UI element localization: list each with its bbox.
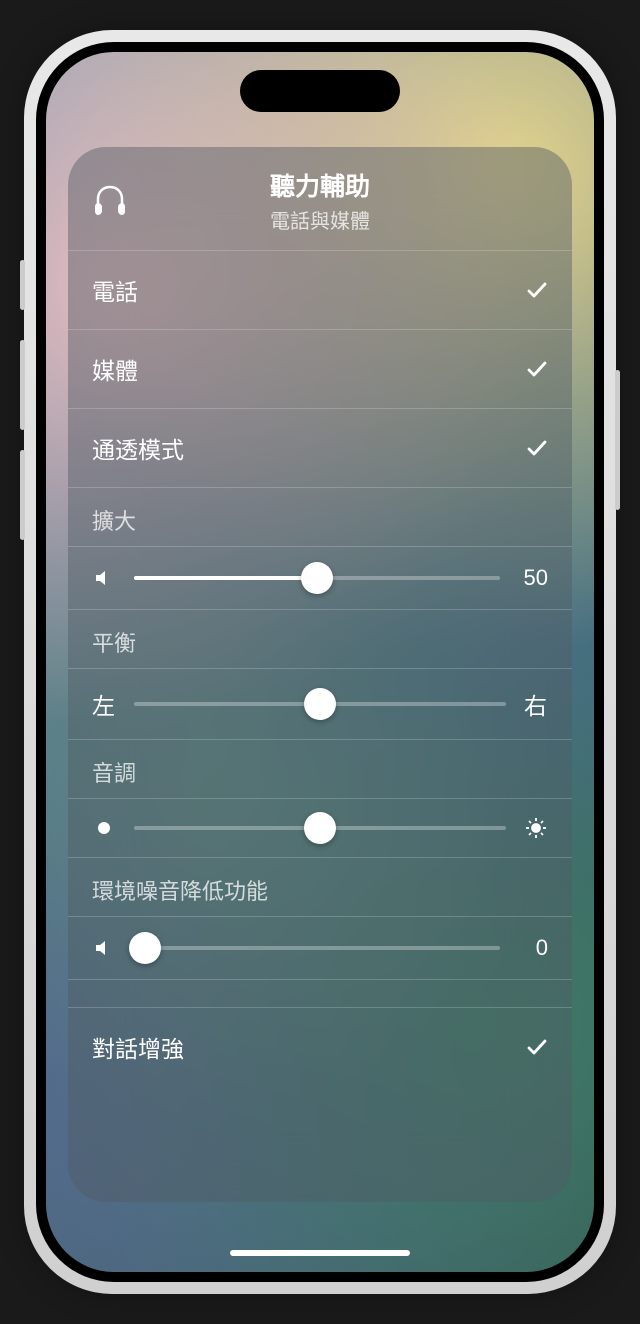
slider-balance[interactable]: 左 右 bbox=[68, 669, 572, 740]
dark-dot-icon bbox=[92, 820, 116, 836]
speaker-low-icon bbox=[92, 568, 116, 588]
brightness-icon bbox=[524, 817, 548, 839]
checkmark-icon bbox=[526, 1036, 548, 1058]
toggle-conversation-boost[interactable]: 對話增強 bbox=[68, 1008, 572, 1086]
slider-fill bbox=[134, 576, 317, 580]
slider-track[interactable] bbox=[134, 946, 500, 950]
slider-value: 50 bbox=[518, 565, 548, 591]
panel-header: 聽力輔助 電話與媒體 bbox=[68, 147, 572, 251]
slider-tone[interactable] bbox=[68, 799, 572, 858]
slider-track[interactable] bbox=[134, 702, 506, 706]
slider-thumb[interactable] bbox=[301, 562, 333, 594]
home-indicator[interactable] bbox=[230, 1250, 410, 1256]
section-noise-reduction: 環境噪音降低功能 bbox=[68, 858, 572, 917]
phone-frame: 聽力輔助 電話與媒體 電話 媒體 bbox=[24, 30, 616, 1294]
slider-amplification[interactable]: 50 bbox=[68, 547, 572, 610]
balance-right-label: 右 bbox=[524, 687, 548, 721]
volume-down-button bbox=[20, 450, 25, 540]
toggle-phone[interactable]: 電話 bbox=[68, 251, 572, 330]
slider-noise-reduction[interactable]: 0 bbox=[68, 917, 572, 980]
checkmark-icon bbox=[526, 437, 548, 459]
toggle-label: 電話 bbox=[92, 273, 138, 307]
dynamic-island bbox=[240, 70, 400, 112]
panel-title: 聽力輔助 bbox=[92, 167, 548, 203]
slider-thumb[interactable] bbox=[304, 688, 336, 720]
power-button bbox=[615, 370, 620, 510]
spacer bbox=[68, 980, 572, 1008]
hearing-panel: 聽力輔助 電話與媒體 電話 媒體 bbox=[68, 147, 572, 1202]
slider-thumb[interactable] bbox=[129, 932, 161, 964]
toggle-label: 媒體 bbox=[92, 352, 138, 386]
toggle-label: 通透模式 bbox=[92, 431, 184, 465]
speaker-low-icon bbox=[92, 938, 116, 958]
phone-body: 聽力輔助 電話與媒體 電話 媒體 bbox=[36, 42, 604, 1282]
slider-thumb[interactable] bbox=[304, 812, 336, 844]
toggle-media[interactable]: 媒體 bbox=[68, 330, 572, 409]
checkmark-icon bbox=[526, 358, 548, 380]
panel-subtitle: 電話與媒體 bbox=[92, 205, 548, 234]
balance-left-label: 左 bbox=[92, 687, 116, 721]
slider-track[interactable] bbox=[134, 826, 506, 830]
volume-up-button bbox=[20, 340, 25, 430]
slider-value: 0 bbox=[518, 935, 548, 961]
section-balance: 平衡 bbox=[68, 610, 572, 669]
toggle-label: 對話增強 bbox=[92, 1030, 184, 1064]
slider-track[interactable] bbox=[134, 576, 500, 580]
toggle-transparency[interactable]: 通透模式 bbox=[68, 409, 572, 488]
header-text: 聽力輔助 電話與媒體 bbox=[92, 167, 548, 234]
ring-switch bbox=[20, 260, 25, 310]
checkmark-icon bbox=[526, 279, 548, 301]
section-amplification: 擴大 bbox=[68, 488, 572, 547]
section-tone: 音調 bbox=[68, 740, 572, 799]
screen: 聽力輔助 電話與媒體 電話 媒體 bbox=[46, 52, 594, 1272]
